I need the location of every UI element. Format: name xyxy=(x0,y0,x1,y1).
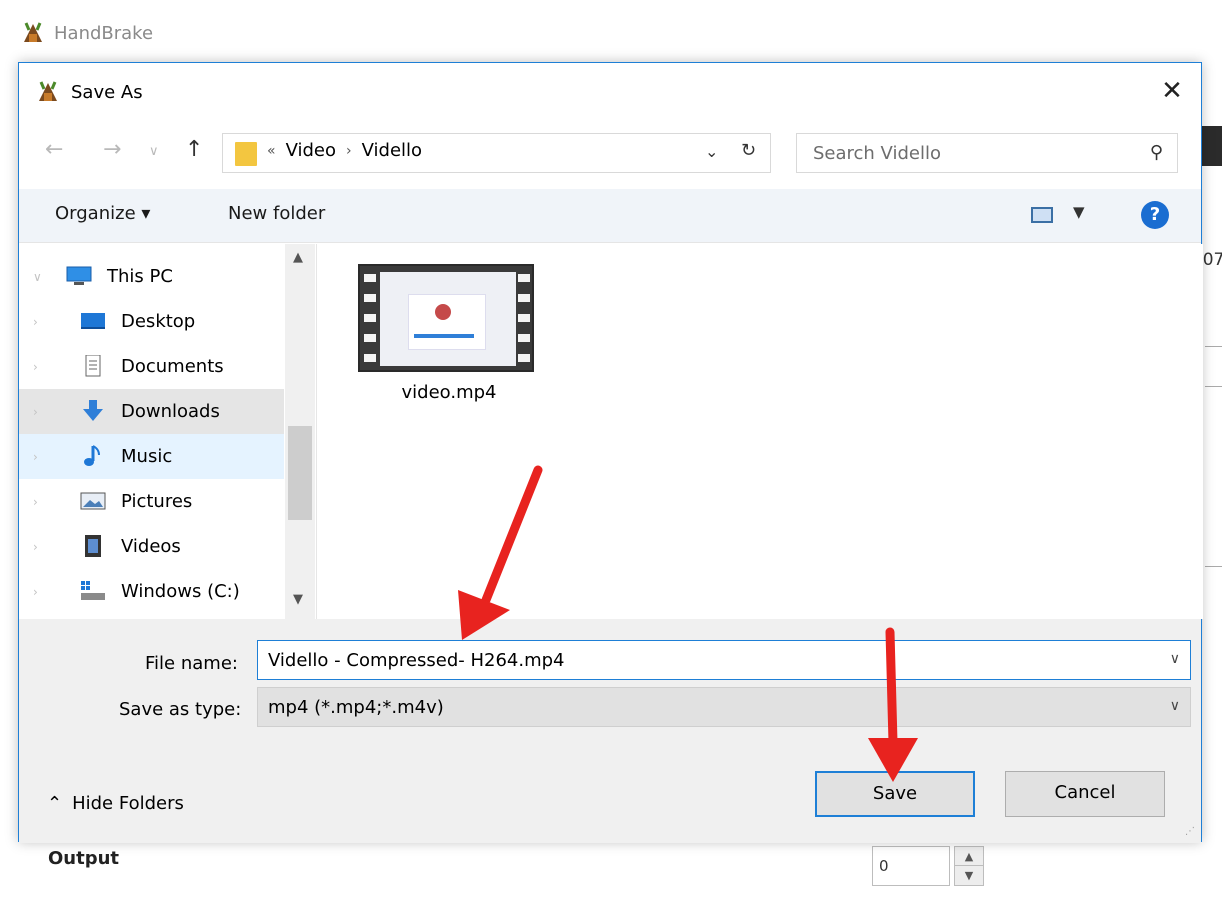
spin-down-icon[interactable]: ▼ xyxy=(955,866,983,885)
scrollbar-thumb[interactable] xyxy=(288,426,312,520)
file-name-value[interactable]: Vidello - Compressed- H264.mp4 xyxy=(268,650,565,671)
tree-item-desktop[interactable]: › Desktop xyxy=(19,299,284,344)
music-icon xyxy=(84,445,100,466)
handbrake-titlebar: HandBrake xyxy=(20,18,153,48)
help-icon[interactable]: ? xyxy=(1141,201,1169,229)
address-dropdown-icon[interactable]: ⌄ xyxy=(705,142,718,161)
navigation-pane: ∨ This PC › Desktop › Documents › Downlo… xyxy=(19,244,317,619)
videos-icon xyxy=(85,535,101,557)
scroll-down-icon[interactable]: ▼ xyxy=(293,592,303,607)
hide-folders-button[interactable]: ⌃ Hide Folders xyxy=(47,793,184,814)
dialog-titlebar: Save As xyxy=(19,63,1201,121)
expand-chevron-icon[interactable]: › xyxy=(33,405,38,419)
tree-item-label: Music xyxy=(121,446,173,467)
drive-icon xyxy=(81,581,105,600)
chevron-up-icon: ⌃ xyxy=(47,793,63,814)
handbrake-logo-icon xyxy=(39,81,57,101)
video-thumbnail-icon xyxy=(358,264,534,372)
tree-item-label: Windows (C:) xyxy=(121,581,240,602)
tree-item-label: Documents xyxy=(121,356,224,377)
change-view-button[interactable]: ▼ xyxy=(1031,203,1101,229)
save-type-dropdown-icon[interactable]: ∨ xyxy=(1170,698,1180,714)
view-icon xyxy=(1031,207,1053,223)
breadcrumb-overflow-icon[interactable]: « xyxy=(267,143,276,159)
expand-chevron-icon[interactable]: › xyxy=(33,495,38,509)
save-as-dialog: Save As ✕ ← → ∨ ↑ « Video › Vidello ⌄ ↻ … xyxy=(18,62,1203,843)
tree-item-pictures[interactable]: › Pictures xyxy=(19,479,284,524)
save-type-select[interactable]: mp4 (*.mp4;*.m4v) ∨ xyxy=(257,687,1191,727)
file-name-field[interactable]: Vidello - Compressed- H264.mp4 ∨ xyxy=(257,640,1191,680)
tree-item-videos[interactable]: › Videos xyxy=(19,524,284,569)
search-icon[interactable]: ⚲ xyxy=(1150,142,1163,163)
tree-item-windows-c[interactable]: › Windows (C:) xyxy=(19,569,284,614)
divider xyxy=(1205,346,1222,347)
back-arrow-icon[interactable]: ← xyxy=(45,137,63,162)
breadcrumb-vidello[interactable]: Vidello xyxy=(362,140,422,161)
view-dropdown-icon[interactable]: ▼ xyxy=(1073,203,1085,221)
up-arrow-icon[interactable]: ↑ xyxy=(185,137,203,162)
address-bar[interactable]: « Video › Vidello ⌄ ↻ xyxy=(222,133,771,173)
recent-locations-chevron-icon[interactable]: ∨ xyxy=(149,144,159,159)
navigation-bar: ← → ∨ ↑ « Video › Vidello ⌄ ↻ Search Vid… xyxy=(19,129,1201,177)
collapse-chevron-icon[interactable]: ∨ xyxy=(33,270,42,284)
monitor-icon xyxy=(66,266,92,285)
forward-arrow-icon[interactable]: → xyxy=(103,137,121,162)
save-type-label: Save as type: xyxy=(119,699,242,720)
handbrake-dark-button[interactable] xyxy=(1200,126,1222,166)
close-icon[interactable]: ✕ xyxy=(1157,77,1187,105)
organize-button[interactable]: Organize ▾ xyxy=(55,203,150,224)
spin-up-icon[interactable]: ▲ xyxy=(955,847,983,866)
file-name: video.mp4 xyxy=(401,382,497,403)
output-section-label: Output xyxy=(48,848,120,869)
tree-item-label: Videos xyxy=(121,536,181,557)
save-form: File name: Vidello - Compressed- H264.mp… xyxy=(19,619,1201,843)
scroll-up-icon[interactable]: ▲ xyxy=(293,250,303,265)
documents-icon xyxy=(85,355,101,377)
save-button[interactable]: Save xyxy=(815,771,975,817)
file-name-label: File name: xyxy=(145,653,238,674)
file-list: video.mp4 xyxy=(318,244,1203,619)
command-bar: Organize ▾ New folder ▼ ? xyxy=(19,189,1201,243)
expand-chevron-icon[interactable]: › xyxy=(33,540,38,554)
tree-item-label: This PC xyxy=(107,266,173,287)
search-input[interactable]: Search Vidello xyxy=(813,143,941,164)
tree-item-label: Downloads xyxy=(121,401,220,422)
breadcrumb: « Video › Vidello xyxy=(267,140,422,161)
expand-chevron-icon[interactable]: › xyxy=(33,315,38,329)
tree-item-music[interactable]: › Music xyxy=(19,434,284,479)
folder-icon xyxy=(235,142,257,166)
desktop-icon xyxy=(81,313,105,329)
pictures-icon xyxy=(80,492,106,510)
tree-item-label: Pictures xyxy=(121,491,193,512)
search-box[interactable]: Search Vidello ⚲ xyxy=(796,133,1178,173)
refresh-icon[interactable]: ↻ xyxy=(741,140,756,161)
tree-item-downloads[interactable]: › Downloads xyxy=(19,389,284,434)
tree-item-documents[interactable]: › Documents xyxy=(19,344,284,389)
navigation-scrollbar[interactable]: ▲ ▼ xyxy=(285,244,315,619)
handbrake-title: HandBrake xyxy=(54,22,154,44)
downloads-icon xyxy=(83,400,103,421)
save-type-value[interactable]: mp4 (*.mp4;*.m4v) xyxy=(268,697,444,718)
file-name-dropdown-icon[interactable]: ∨ xyxy=(1170,651,1180,667)
expand-chevron-icon[interactable]: › xyxy=(33,585,38,599)
screen: HandBrake :07 Output 0 ▲ ▼ Save As ✕ ← →… xyxy=(0,0,1222,902)
handbrake-logo-icon xyxy=(24,22,42,42)
resize-grip-icon[interactable]: ⋰ xyxy=(1185,826,1195,837)
breadcrumb-separator-icon: › xyxy=(346,142,352,159)
numeric-spinner-input[interactable]: 0 xyxy=(872,846,950,886)
breadcrumb-video[interactable]: Video xyxy=(286,140,336,161)
tree-item-label: Desktop xyxy=(121,311,196,332)
tree-item-this-pc[interactable]: ∨ This PC xyxy=(19,254,284,299)
new-folder-button[interactable]: New folder xyxy=(228,203,325,224)
hide-folders-label: Hide Folders xyxy=(72,793,184,814)
spinner-buttons[interactable]: ▲ ▼ xyxy=(954,846,984,886)
divider xyxy=(1205,386,1222,387)
expand-chevron-icon[interactable]: › xyxy=(33,360,38,374)
dialog-title: Save As xyxy=(71,81,143,103)
expand-chevron-icon[interactable]: › xyxy=(33,450,38,464)
divider xyxy=(1205,566,1222,567)
cancel-button[interactable]: Cancel xyxy=(1005,771,1165,817)
